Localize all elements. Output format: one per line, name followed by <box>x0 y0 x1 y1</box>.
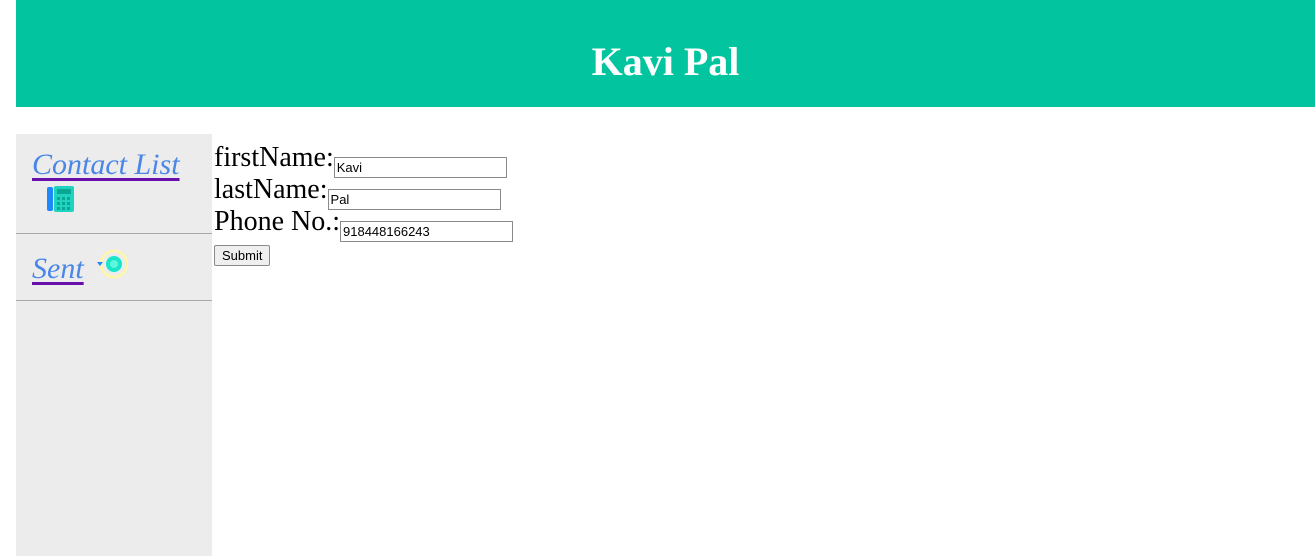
first-name-input[interactable] <box>333 157 507 178</box>
header-banner: Kavi Pal <box>16 0 1315 107</box>
sent-ring-icon <box>97 249 129 279</box>
telephone-icon <box>47 186 74 212</box>
phone-input[interactable] <box>340 221 513 242</box>
phone-label: Phone No.: <box>214 206 340 237</box>
first-name-row: firstName: <box>214 140 513 178</box>
sidebar-item-contact-list: Contact List <box>16 134 212 234</box>
page-title: Kavi Pal <box>591 39 740 84</box>
last-name-input[interactable] <box>327 189 501 210</box>
sidebar: Contact List Sent <box>16 134 212 556</box>
sent-link[interactable]: Sent <box>32 254 84 284</box>
submit-button[interactable]: Submit <box>214 245 271 266</box>
last-name-label: lastName: <box>214 174 328 205</box>
sidebar-item-sent: Sent <box>16 234 212 301</box>
contact-list-link[interactable]: Contact List <box>32 150 180 180</box>
contact-form: firstName: lastName: Phone No.: <box>214 140 513 242</box>
page: Kavi Pal Contact List Sent firstName: Ka… <box>0 0 1315 556</box>
first-name-label: firstName: <box>214 142 334 173</box>
